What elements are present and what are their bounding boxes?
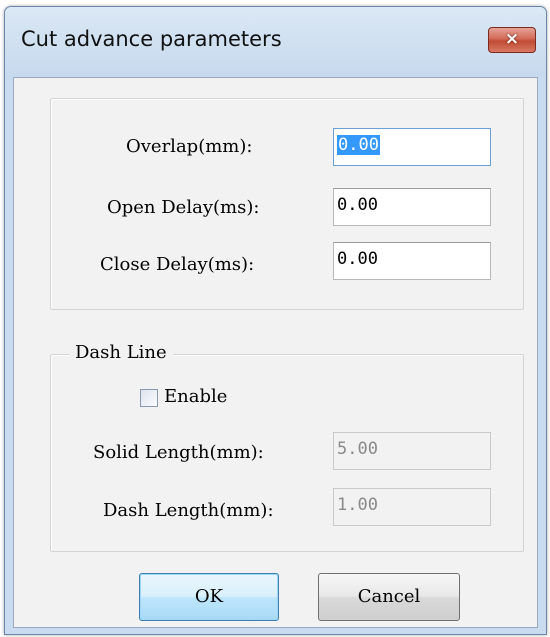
solid-length-label: Solid Length(mm): [93,442,264,463]
close-delay-input[interactable]: 0.00 [333,242,491,280]
dialog-window: Cut advance parameters × Overlap(mm): 0.… [4,6,547,635]
open-delay-input[interactable]: 0.00 [333,188,491,226]
open-delay-label: Open Delay(ms): [107,197,260,218]
ok-button[interactable]: OK [139,573,279,621]
dialog-title: Cut advance parameters [21,27,282,51]
close-button[interactable]: × [488,27,536,53]
enable-checkbox[interactable] [140,389,158,407]
close-delay-label: Close Delay(ms): [100,254,255,275]
dialog-body: Overlap(mm): 0.00 Open Delay(ms): 0.00 C… [13,77,538,628]
title-bar[interactable]: Cut advance parameters × [5,7,546,77]
solid-length-input[interactable]: 5.00 [333,432,491,470]
close-icon: × [504,29,520,49]
enable-label[interactable]: Enable [164,386,227,407]
dash-length-label: Dash Length(mm): [103,500,274,521]
overlap-value: 0.00 [337,135,380,155]
dash-length-input[interactable]: 1.00 [333,488,491,526]
overlap-label: Overlap(mm): [126,136,253,157]
cancel-button[interactable]: Cancel [318,573,460,621]
dash-line-group-label: Dash Line [69,342,173,363]
overlap-input[interactable]: 0.00 [333,128,491,166]
